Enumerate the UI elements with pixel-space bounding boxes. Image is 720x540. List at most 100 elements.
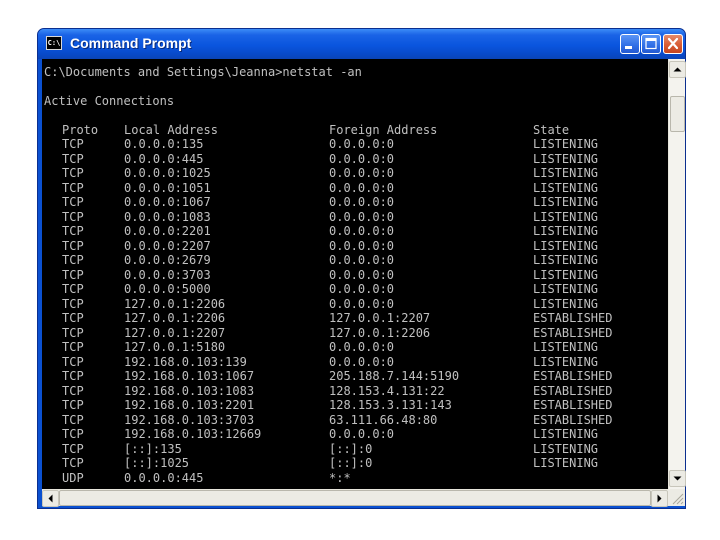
row-state: ESTABLISHED <box>533 325 613 340</box>
header-local-address: Local Address <box>124 123 218 137</box>
vertical-scroll-thumb[interactable] <box>670 96 685 132</box>
row-proto: TCP <box>62 398 84 412</box>
vertical-scrollbar[interactable] <box>668 59 686 489</box>
row-foreign-address: 128.153.3.131:143 <box>329 398 452 412</box>
row-local-address: 0.0.0.0:1025 <box>124 166 211 180</box>
row-state: LISTENING <box>533 151 599 166</box>
row-state: ESTABLISHED <box>533 398 613 412</box>
row-proto: TCP <box>62 441 84 456</box>
row-local-address: 0.0.0.0:445 <box>124 151 204 166</box>
console-output[interactable]: C:\Documents and Settings\Jeanna>netstat… <box>42 59 668 489</box>
row-proto: TCP <box>62 383 84 398</box>
row-local-address: 0.0.0.0:5000 <box>124 282 211 296</box>
row-local-address: 192.168.0.103:12669 <box>124 427 262 441</box>
window-title: Command Prompt <box>70 35 192 51</box>
row-local-address: 192.168.0.103:3703 <box>124 412 255 427</box>
row-local-address: [::]:135 <box>124 441 182 456</box>
section-title: Active Connections <box>44 94 175 108</box>
row-foreign-address: 0.0.0.0:0 <box>329 238 395 253</box>
row-proto: TCP <box>62 180 84 195</box>
row-local-address: 192.168.0.103:2201 <box>124 398 255 412</box>
header-proto: Proto <box>62 123 99 137</box>
row-state: LISTENING <box>533 209 599 224</box>
minimize-button[interactable] <box>620 34 640 54</box>
row-foreign-address: 0.0.0.0:0 <box>329 253 395 267</box>
row-local-address: 0.0.0.0:1051 <box>124 180 211 195</box>
row-state: ESTABLISHED <box>533 369 613 383</box>
row-state: LISTENING <box>533 354 599 369</box>
title-bar[interactable]: C:\ Command Prompt <box>38 29 685 59</box>
scroll-up-button[interactable] <box>669 61 686 78</box>
row-state: LISTENING <box>533 253 599 267</box>
header-foreign-address: Foreign Address <box>329 123 438 137</box>
command-prompt-icon[interactable]: C:\ <box>46 36 62 50</box>
row-foreign-address: 0.0.0.0:0 <box>329 340 395 354</box>
row-local-address: 0.0.0.0:3703 <box>124 267 211 282</box>
row-state: LISTENING <box>533 137 599 151</box>
row-local-address: 192.168.0.103:1083 <box>124 383 255 398</box>
row-foreign-address: 0.0.0.0:0 <box>329 180 395 195</box>
row-proto: TCP <box>62 137 84 151</box>
command-line: C:\Documents and Settings\Jeanna>netstat… <box>44 65 362 79</box>
row-local-address: 0.0.0.0:135 <box>124 137 204 151</box>
row-proto: TCP <box>62 253 84 267</box>
horizontal-scroll-thumb[interactable] <box>59 490 651 506</box>
row-local-address: 127.0.0.1:5180 <box>124 340 226 354</box>
arrow-left-icon <box>48 494 53 503</box>
row-foreign-address: 128.153.4.131:22 <box>329 383 445 398</box>
scroll-down-button[interactable] <box>669 470 686 487</box>
row-local-address: 0.0.0.0:445 <box>124 470 204 485</box>
minimize-icon <box>625 46 632 49</box>
row-state: ESTABLISHED <box>533 412 613 427</box>
row-proto: TCP <box>62 267 84 282</box>
row-proto: UDP <box>62 470 84 485</box>
row-proto: TCP <box>62 296 84 311</box>
row-state: LISTENING <box>533 340 599 354</box>
scroll-right-button[interactable] <box>651 490 668 507</box>
header-state: State <box>533 123 570 137</box>
row-local-address: 192.168.0.103:139 <box>124 354 247 369</box>
row-proto: TCP <box>62 412 84 427</box>
window-client-area: C:\Documents and Settings\Jeanna>netstat… <box>42 59 686 507</box>
arrow-up-icon <box>673 67 682 72</box>
resize-grip[interactable] <box>668 489 685 506</box>
row-foreign-address: *:* <box>329 470 351 485</box>
arrow-right-icon <box>657 494 662 503</box>
row-proto: TCP <box>62 311 84 325</box>
row-state: LISTENING <box>533 195 599 209</box>
row-foreign-address: 63.111.66.48:80 <box>329 412 438 427</box>
row-local-address: 0.0.0.0:2679 <box>124 253 211 267</box>
row-foreign-address: 0.0.0.0:0 <box>329 166 395 180</box>
row-state: ESTABLISHED <box>533 383 613 398</box>
row-foreign-address: 205.188.7.144:5190 <box>329 369 460 383</box>
row-foreign-address: [::]:0 <box>329 456 373 470</box>
row-state: LISTENING <box>533 427 599 441</box>
close-button[interactable] <box>663 34 683 54</box>
row-local-address: 0.0.0.0:1083 <box>124 209 211 224</box>
table-header: Proto Local Address Foreign Address Stat… <box>44 123 569 137</box>
row-proto: TCP <box>62 209 84 224</box>
row-state: LISTENING <box>533 166 599 180</box>
command-prompt-window: C:\ Command Prompt C:\Documents and Sett… <box>37 28 686 509</box>
maximize-icon <box>645 37 657 50</box>
row-proto: TCP <box>62 456 84 470</box>
row-local-address: 0.0.0.0:2207 <box>124 238 211 253</box>
row-foreign-address: 0.0.0.0:0 <box>329 267 395 282</box>
row-local-address: 127.0.0.1:2206 <box>124 311 226 325</box>
row-foreign-address: 127.0.0.1:2206 <box>329 325 431 340</box>
resize-grip-icon <box>672 493 684 505</box>
row-foreign-address: 0.0.0.0:0 <box>329 195 395 209</box>
row-local-address: 127.0.0.1:2206 <box>124 296 226 311</box>
row-state: LISTENING <box>533 224 599 238</box>
horizontal-scrollbar[interactable] <box>42 489 668 507</box>
row-proto: TCP <box>62 369 84 383</box>
row-proto: TCP <box>62 282 84 296</box>
row-proto: TCP <box>62 325 84 340</box>
row-foreign-address: 0.0.0.0:0 <box>329 224 395 238</box>
scroll-left-button[interactable] <box>42 490 59 507</box>
row-proto: TCP <box>62 354 84 369</box>
row-proto: TCP <box>62 427 84 441</box>
row-foreign-address: 0.0.0.0:0 <box>329 296 395 311</box>
row-state: LISTENING <box>533 296 599 311</box>
maximize-button[interactable] <box>641 34 661 54</box>
